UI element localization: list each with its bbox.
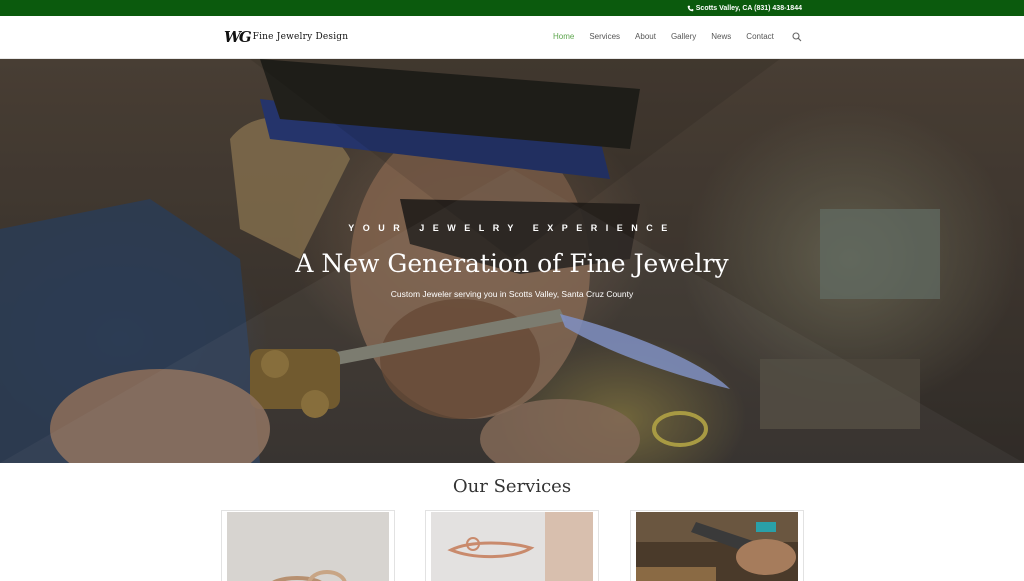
phone-text: Scotts Valley, CA (831) 438-1844 xyxy=(695,4,802,12)
services-heading: Our Services xyxy=(452,476,572,497)
rose-gold-ring-photo xyxy=(431,512,593,581)
service-card[interactable] xyxy=(425,510,599,581)
top-bar: Scotts Valley, CA (831) 438-1844 xyxy=(0,0,1024,16)
hero-kicker: YOUR JEWELRY EXPERIENCE xyxy=(348,223,676,233)
site-logo[interactable]: WG Fine Jewelry Design xyxy=(224,26,348,48)
nav-services[interactable]: Services xyxy=(589,32,620,41)
rings-photo xyxy=(227,512,389,581)
nav-gallery[interactable]: Gallery xyxy=(671,32,696,41)
site-header: WG Fine Jewelry Design Home Services Abo… xyxy=(0,16,1024,59)
nav-contact[interactable]: Contact xyxy=(746,32,774,41)
phone-icon xyxy=(687,5,694,11)
logo-mark: WG xyxy=(224,28,252,46)
service-card[interactable] xyxy=(630,510,804,581)
phone-contact[interactable]: Scotts Valley, CA (831) 438-1844 xyxy=(687,3,802,13)
nav-news[interactable]: News xyxy=(711,32,731,41)
search-icon[interactable] xyxy=(792,32,802,42)
nav-home[interactable]: Home xyxy=(553,32,574,41)
jeweler-at-work-photo xyxy=(636,512,798,581)
hero-subheadline: Custom Jeweler serving you in Scotts Val… xyxy=(390,289,634,299)
service-card[interactable] xyxy=(221,510,395,581)
hero-headline: A New Generation of Fine Jewelry xyxy=(295,249,729,278)
hero-banner: YOUR JEWELRY EXPERIENCE A New Generation… xyxy=(0,59,1024,463)
logo-text: Fine Jewelry Design xyxy=(252,32,349,42)
main-nav: Home Services About Gallery News Contact xyxy=(553,32,789,41)
nav-about[interactable]: About xyxy=(635,32,656,41)
